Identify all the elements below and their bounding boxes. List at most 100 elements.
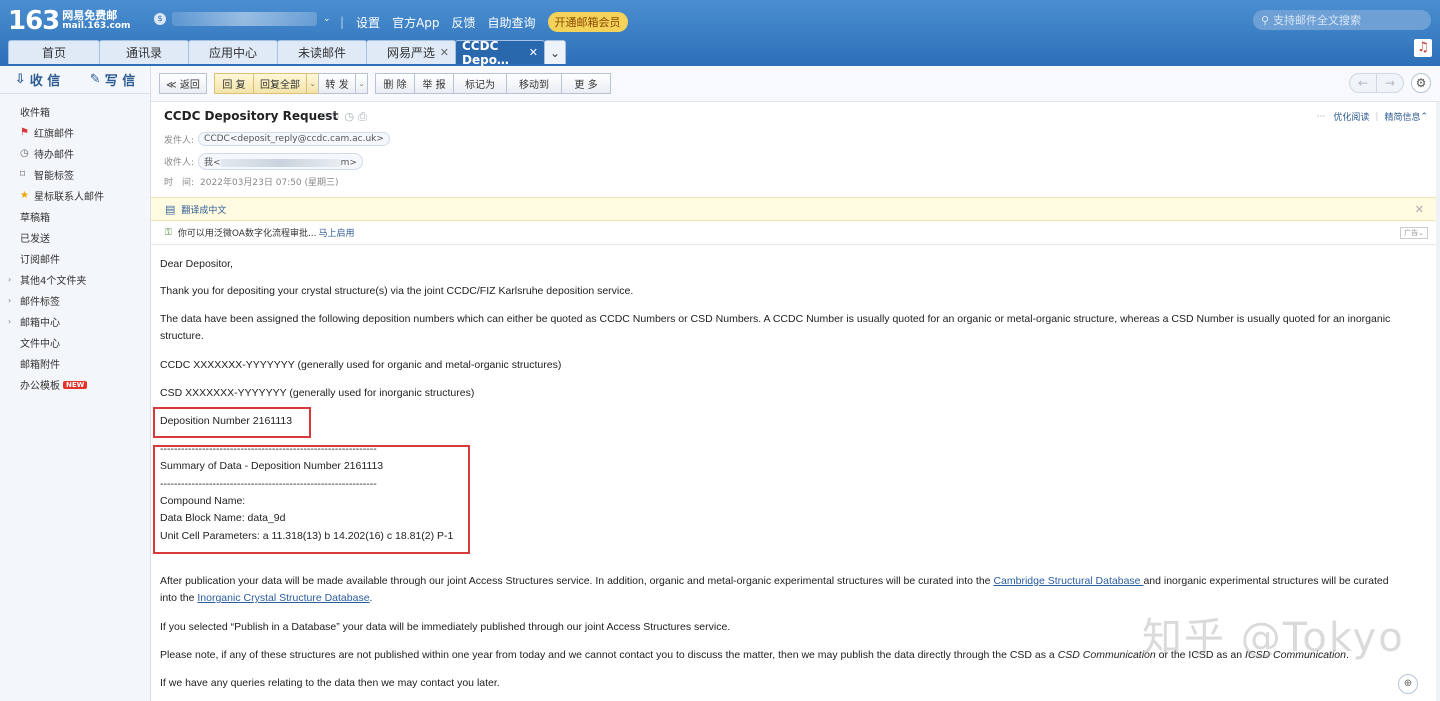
forward-button[interactable]: 转 发	[318, 73, 356, 94]
chevron-right-icon[interactable]: ›	[8, 275, 11, 284]
sidebar-item-sent[interactable]: 已发送	[0, 227, 150, 248]
recipient-pill[interactable]: 我< m>	[198, 153, 363, 170]
sender-pill[interactable]: CCDC<deposit_reply@ccdc.cam.ac.uk>	[198, 132, 390, 146]
sidebar-item-smart-tags[interactable]: ⌑ 智能标签	[0, 164, 150, 185]
sidebar-item-other-folders[interactable]: › 其他4个文件夹	[0, 269, 150, 290]
sidebar-item-label: 文件中心	[20, 339, 60, 350]
sidebar-item-label: 待办邮件	[34, 150, 74, 161]
time-label: 时 间:	[164, 178, 195, 188]
reply-button[interactable]: 回 复	[214, 73, 254, 94]
tab-unread[interactable]: 未读邮件	[277, 40, 367, 64]
brief-info-link[interactable]: 精简信息	[1384, 110, 1420, 123]
coin-icon: $	[154, 13, 166, 25]
optimize-read-link[interactable]: 优化阅读	[1333, 110, 1369, 123]
tab-yanxuan[interactable]: 网易严选 ✕	[366, 40, 456, 64]
close-icon[interactable]: ✕	[440, 46, 449, 59]
tab-ccdc-mail[interactable]: CCDC Depo… ✕	[455, 39, 545, 67]
sidebar-item-label: 智能标签	[34, 171, 74, 182]
chevron-up-icon[interactable]: ⌃	[1420, 112, 1428, 122]
more-button[interactable]: 更 多	[561, 73, 611, 94]
new-badge: NEW	[63, 380, 88, 389]
ad-bar: ⚿ 你可以用泛微OA数字化流程审批... 马上启用 广告⌄	[151, 221, 1436, 245]
sidebar-item-drafts[interactable]: 草稿箱	[0, 206, 150, 227]
sidebar-item-attachments[interactable]: 邮箱附件	[0, 353, 150, 374]
move-to-button[interactable]: 移动到	[506, 73, 562, 94]
sidebar-item-inbox[interactable]: 收件箱	[0, 101, 150, 122]
delete-button[interactable]: 删 除	[375, 73, 415, 94]
sidebar-item-label: 邮件标签	[20, 297, 60, 308]
mail-header: CCDC Depository Request ⌑⚐◷⎙ ··· 优化阅读 | …	[164, 109, 1428, 188]
reply-all-button[interactable]: 回复全部	[253, 73, 307, 94]
search-placeholder: 支持邮件全文搜索	[1273, 14, 1362, 27]
compose-button[interactable]: ✎ 写 信	[75, 66, 150, 93]
recipient-label: 收件人:	[164, 158, 195, 168]
search-input[interactable]: ⚲ 支持邮件全文搜索	[1253, 10, 1431, 30]
p5-text-a: Please note, if any of these structures …	[160, 649, 1058, 661]
nav-settings[interactable]: 设置	[356, 14, 380, 31]
flag-icon: ⚑	[20, 127, 29, 138]
translate-link[interactable]: 翻译成中文	[181, 203, 226, 216]
key-icon: ⚿	[165, 227, 172, 238]
tab-home[interactable]: 首页	[8, 40, 100, 64]
ad-tag-label: 广告	[1404, 228, 1419, 237]
zoom-icon[interactable]: ⊕	[1398, 674, 1418, 694]
report-button[interactable]: 举 报	[414, 73, 454, 94]
sidebar-item-office-templates[interactable]: 办公模板 NEW	[0, 374, 150, 395]
mark-as-button[interactable]: 标记为	[453, 73, 507, 94]
account-menu[interactable]: $ ⌄	[154, 12, 331, 26]
greeting: Dear Depositor,	[160, 258, 233, 270]
close-icon[interactable]: ✕	[1415, 203, 1424, 216]
next-mail-arrow-icon[interactable]: →	[1376, 73, 1404, 93]
scrollbar[interactable]	[1436, 102, 1440, 701]
mail-time: 2022年03月23日 07:50 (星期三)	[200, 178, 339, 188]
chevron-down-icon: ⌄	[1418, 228, 1424, 237]
inbox-download-icon: ⇩	[14, 72, 26, 87]
nav-official-app[interactable]: 官方App	[392, 14, 439, 31]
ad-tag[interactable]: 广告⌄	[1400, 226, 1428, 239]
ad-link[interactable]: 马上启用	[319, 226, 355, 239]
chevron-right-icon[interactable]: ›	[8, 296, 11, 305]
music-icon[interactable]: ♫	[1414, 39, 1432, 57]
nav-feedback[interactable]: 反馈	[452, 14, 476, 31]
prev-mail-arrow-icon[interactable]: ←	[1349, 73, 1377, 93]
highlight-box-summary	[153, 445, 470, 554]
sidebar-item-subscriptions[interactable]: 订阅邮件	[0, 248, 150, 269]
gear-icon[interactable]: ⚙	[1411, 73, 1431, 93]
chevron-right-icon[interactable]: ›	[8, 317, 11, 326]
csd-format-line: CSD XXXXXXX-YYYYYYY (generally used for …	[160, 387, 475, 399]
bookmark-icon[interactable]: ⌑	[321, 110, 331, 123]
sidebar-item-mail-center[interactable]: › 邮箱中心	[0, 311, 150, 332]
csd-link[interactable]: Cambridge Structural Database	[993, 575, 1143, 587]
translate-bar: ▤ 翻译成中文 ✕	[151, 197, 1436, 221]
sidebar-item-label: 订阅邮件	[20, 255, 60, 266]
close-icon[interactable]: ✕	[529, 46, 538, 59]
p3-text-a: After publication your data will be made…	[160, 575, 994, 587]
forward-dropdown[interactable]: ⌄	[355, 73, 368, 94]
sidebar-item-file-center[interactable]: 文件中心	[0, 332, 150, 353]
sidebar: ⇩ 收 信 ✎ 写 信 收件箱 ⚑ 红旗邮件 ◷ 待办邮件 ⌑ 智能标签 ★ 星标联系人邮件…	[0, 66, 151, 701]
logo[interactable]: 163 网易免费邮 mail.163.com	[8, 6, 130, 36]
logo-title: 网易免费邮	[62, 9, 118, 22]
star-icon: ★	[20, 190, 29, 201]
translate-icon: ▤	[165, 202, 176, 216]
sender-label: 发件人:	[164, 135, 195, 146]
nav-self-service[interactable]: 自助查询	[488, 14, 536, 31]
tab-more-button[interactable]: ⌄	[544, 40, 566, 64]
icsd-link[interactable]: Inorganic Crystal Structure Database	[197, 592, 369, 604]
vip-button[interactable]: 开通邮箱会员	[547, 12, 628, 32]
more-options-icon[interactable]: ···	[1317, 112, 1326, 122]
sidebar-item-label: 已发送	[20, 234, 50, 245]
receive-button[interactable]: ⇩ 收 信	[0, 66, 75, 93]
tab-app-center[interactable]: 应用中心	[188, 40, 278, 64]
print-icon[interactable]: ⎙	[358, 110, 371, 123]
sidebar-item-todo[interactable]: ◷ 待办邮件	[0, 143, 150, 164]
sidebar-item-flagged[interactable]: ⚑ 红旗邮件	[0, 122, 150, 143]
clock-icon[interactable]: ◷	[345, 110, 359, 123]
sidebar-item-label: 邮箱附件	[20, 360, 60, 371]
flag-outline-icon[interactable]: ⚐	[331, 110, 345, 123]
sidebar-item-starred-contacts[interactable]: ★ 星标联系人邮件	[0, 185, 150, 206]
bookmark-icon: ⌑	[20, 169, 26, 180]
sidebar-item-mail-tags[interactable]: › 邮件标签	[0, 290, 150, 311]
back-button[interactable]: ≪ 返回	[159, 73, 207, 94]
tab-contacts[interactable]: 通讯录	[99, 40, 189, 64]
